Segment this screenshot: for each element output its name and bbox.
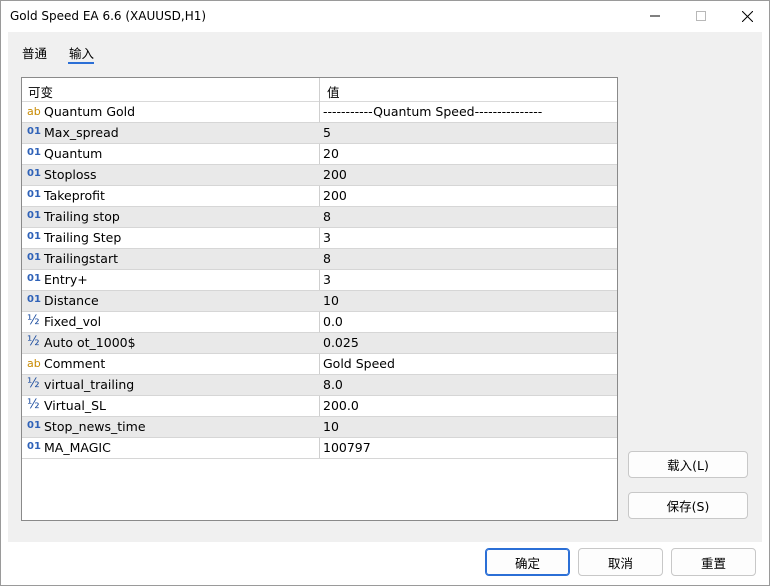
table-row[interactable]: 01 Max_spread 5 (22, 123, 617, 144)
parameter-value[interactable]: 8 (323, 209, 331, 224)
table-row[interactable]: 01 Entry+ 3 (22, 270, 617, 291)
close-icon (741, 10, 753, 22)
parameter-name: Quantum Gold (44, 104, 136, 119)
table-row[interactable]: ½ Virtual_SL 200.0 (22, 396, 617, 417)
parameter-value[interactable]: 10 (323, 419, 339, 434)
parameter-value[interactable]: 200 (323, 188, 347, 203)
parameter-value[interactable]: 10 (323, 293, 339, 308)
table-row[interactable]: 01 Takeprofit 200 (22, 186, 617, 207)
table-row[interactable]: 01 Trailingstart 8 (22, 249, 617, 270)
parameter-name: Takeprofit (44, 188, 105, 203)
parameter-name: Stop_news_time (44, 419, 146, 434)
parameter-name: Distance (44, 293, 99, 308)
parameter-name: Auto ot_1000$ (44, 335, 136, 350)
double-type-icon: ½ (27, 376, 40, 391)
parameter-name: Virtual_SL (44, 398, 106, 413)
header-value[interactable]: 值 (327, 82, 340, 101)
minimize-icon (650, 15, 660, 17)
parameter-value[interactable]: 20 (323, 146, 339, 161)
integer-type-icon: 01 (27, 294, 41, 305)
integer-type-icon: 01 (27, 126, 41, 137)
close-button[interactable] (724, 0, 770, 32)
parameter-name: Stoploss (44, 167, 97, 182)
table-row[interactable]: 01 Distance 10 (22, 291, 617, 312)
parameter-value[interactable]: 0.0 (323, 314, 343, 329)
parameter-name: Comment (44, 356, 106, 371)
tab-inputs[interactable]: 输入 (69, 43, 94, 62)
table-row[interactable]: ½ Auto ot_1000$ 0.025 (22, 333, 617, 354)
integer-type-icon: 01 (27, 147, 41, 158)
parameter-value[interactable]: 100797 (323, 440, 371, 455)
integer-type-icon: 01 (27, 231, 41, 242)
integer-type-icon: 01 (27, 252, 41, 263)
integer-type-icon: 01 (27, 441, 41, 452)
table-row[interactable]: ab Quantum Gold -----------Quantum Speed--… (22, 102, 617, 123)
double-type-icon: ½ (27, 334, 40, 349)
parameter-name: virtual_trailing (44, 377, 135, 392)
parameter-value[interactable]: 0.025 (323, 335, 359, 350)
table-row[interactable]: ½ Fixed_vol 0.0 (22, 312, 617, 333)
header-variable[interactable]: 可变 (28, 82, 53, 101)
table-row[interactable]: ½ virtual_trailing 8.0 (22, 375, 617, 396)
double-type-icon: ½ (27, 313, 40, 328)
table-row[interactable]: 01 Stop_news_time 10 (22, 417, 617, 438)
save-button[interactable]: 保存(S) (628, 492, 748, 519)
window-title: Gold Speed EA 6.6 (XAUUSD,H1) (10, 9, 207, 23)
active-tab-indicator (68, 62, 94, 64)
parameter-name: Trailingstart (44, 251, 118, 266)
parameter-name: Quantum (44, 146, 103, 161)
parameter-name: Trailing Step (44, 230, 122, 245)
integer-type-icon: 01 (27, 189, 41, 200)
parameter-value[interactable]: -----------Quantum Speed--------------- (323, 104, 542, 119)
integer-type-icon: 01 (27, 420, 41, 431)
ok-button[interactable]: 确定 (485, 548, 570, 576)
parameter-value[interactable]: 5 (323, 125, 331, 140)
cancel-button[interactable]: 取消 (578, 548, 663, 576)
parameter-value[interactable]: 200.0 (323, 398, 359, 413)
table-row[interactable]: 01 Quantum 20 (22, 144, 617, 165)
string-type-icon: ab (27, 357, 41, 370)
string-type-icon: ab (27, 105, 41, 118)
parameter-name: Entry+ (44, 272, 88, 287)
integer-type-icon: 01 (27, 168, 41, 179)
table-row[interactable]: 01 Stoploss 200 (22, 165, 617, 186)
parameter-value[interactable]: 200 (323, 167, 347, 182)
integer-type-icon: 01 (27, 273, 41, 284)
integer-type-icon: 01 (27, 210, 41, 221)
parameter-value[interactable]: 8.0 (323, 377, 343, 392)
load-button[interactable]: 载入(L) (628, 451, 748, 478)
reset-button[interactable]: 重置 (671, 548, 756, 576)
parameter-name: Trailing stop (44, 209, 120, 224)
parameter-name: Fixed_vol (44, 314, 102, 329)
maximize-icon (696, 11, 706, 21)
parameter-value[interactable]: Gold Speed (323, 356, 395, 371)
parameter-name: MA_MAGIC (44, 440, 111, 455)
table-row[interactable]: 01 MA_MAGIC 100797 (22, 438, 617, 459)
title-bar: Gold Speed EA 6.6 (XAUUSD,H1) (0, 0, 770, 32)
table-row[interactable]: 01 Trailing Step 3 (22, 228, 617, 249)
parameter-value[interactable]: 3 (323, 272, 331, 287)
maximize-button[interactable] (678, 0, 724, 32)
double-type-icon: ½ (27, 397, 40, 412)
parameter-value[interactable]: 3 (323, 230, 331, 245)
parameter-value[interactable]: 8 (323, 251, 331, 266)
tab-general[interactable]: 普通 (22, 43, 47, 62)
table-row[interactable]: ab Comment Gold Speed (22, 354, 617, 375)
parameter-name: Max_spread (44, 125, 119, 140)
minimize-button[interactable] (632, 0, 678, 32)
dialog-footer: 确定 取消 重置 (0, 542, 770, 586)
table-row[interactable]: 01 Trailing stop 8 (22, 207, 617, 228)
parameters-grid: 可变 值 ab Quantum Gold -----------Quantum Sp… (21, 77, 618, 521)
